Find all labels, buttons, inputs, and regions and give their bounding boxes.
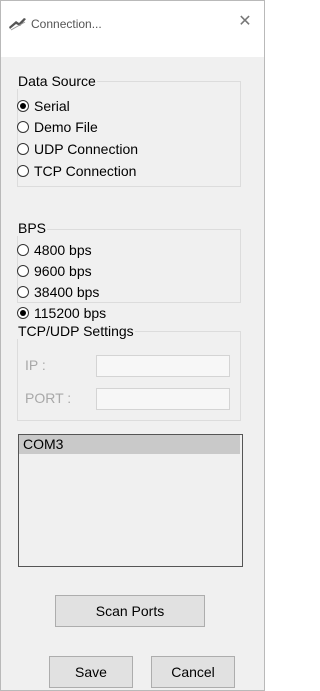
list-item-com3[interactable]: COM3 [19, 435, 240, 454]
app-icon [9, 18, 26, 31]
save-button[interactable]: Save [49, 656, 133, 688]
window-title: Connection... [31, 17, 102, 31]
radio-indicator [17, 143, 29, 155]
radio-label: TCP Connection [34, 163, 137, 179]
radio-indicator [17, 307, 29, 319]
radio-label: 4800 bps [34, 242, 92, 258]
connection-dialog: Connection... ✕ Data Source Serial Demo … [0, 0, 265, 691]
radio-38400[interactable]: 38400 bps [17, 283, 99, 301]
port-label: PORT : [25, 390, 72, 406]
radio-label: UDP Connection [34, 141, 139, 157]
radio-4800[interactable]: 4800 bps [17, 241, 92, 259]
radio-indicator [17, 165, 29, 177]
close-icon: ✕ [238, 13, 252, 30]
bps-label: BPS [17, 220, 48, 236]
radio-indicator [17, 100, 29, 112]
radio-indicator [17, 286, 29, 298]
title-bar: Connection... ✕ [1, 1, 264, 57]
cancel-button[interactable]: Cancel [151, 656, 235, 688]
radio-label: 9600 bps [34, 263, 92, 279]
close-button[interactable]: ✕ [236, 13, 254, 31]
radio-indicator [17, 244, 29, 256]
radio-udp-connection[interactable]: UDP Connection [17, 140, 138, 158]
ip-label: IP : [25, 357, 46, 373]
ip-input[interactable] [96, 355, 230, 377]
radio-115200[interactable]: 115200 bps [17, 304, 106, 322]
data-source-label: Data Source [17, 73, 97, 89]
radio-demo-file[interactable]: Demo File [17, 118, 98, 136]
tcp-udp-label: TCP/UDP Settings [17, 323, 135, 339]
radio-label: 115200 bps [34, 305, 107, 321]
scan-ports-button[interactable]: Scan Ports [55, 595, 205, 627]
radio-serial[interactable]: Serial [17, 97, 70, 115]
radio-indicator [17, 265, 29, 277]
port-input[interactable] [96, 388, 230, 410]
radio-label: 38400 bps [34, 284, 100, 300]
radio-tcp-connection[interactable]: TCP Connection [17, 162, 136, 180]
radio-indicator [17, 121, 29, 133]
radio-label: Demo File [34, 119, 98, 135]
radio-label: Serial [34, 98, 70, 114]
radio-9600[interactable]: 9600 bps [17, 262, 92, 280]
